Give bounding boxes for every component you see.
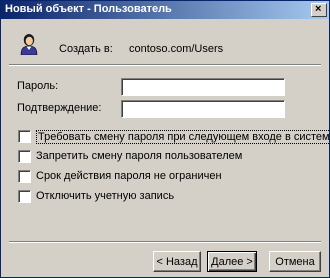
user-icon <box>20 34 38 55</box>
checkbox-box[interactable] <box>18 190 31 203</box>
window-title: Новый объект - Пользователь <box>5 3 172 15</box>
checkbox-label[interactable]: Требовать смену пароля при следующем вхо… <box>36 130 330 144</box>
checkbox-box[interactable] <box>18 170 31 183</box>
close-button[interactable]: × <box>311 3 327 17</box>
checkbox-label[interactable]: Срок действия пароля не ограничен <box>36 170 222 182</box>
confirm-password-label: Подтверждение: <box>17 102 101 114</box>
password-label: Пароль: <box>17 80 58 92</box>
password-label-text: Пароль: <box>17 80 59 92</box>
created-in-label: Создать в: <box>59 43 113 55</box>
confirm-password-label-text: Подтверждение: <box>17 102 102 114</box>
new-user-dialog: Новый объект - Пользователь × Создать в:… <box>0 0 330 278</box>
checkbox-box[interactable] <box>18 150 31 163</box>
title-bar[interactable]: Новый объект - Пользователь × <box>1 1 329 19</box>
separator-top <box>9 64 321 66</box>
confirm-password-input[interactable] <box>121 100 285 118</box>
close-icon: × <box>315 3 322 15</box>
cancel-button[interactable]: Отмена <box>269 251 321 272</box>
separator-bottom <box>9 241 321 243</box>
created-in-path: contoso.com/Users <box>129 43 224 55</box>
next-button[interactable]: Далее > <box>207 251 257 272</box>
header-area: Создать в: contoso.com/Users <box>1 19 329 67</box>
checkbox-label[interactable]: Запретить смену пароля пользователем <box>36 150 242 162</box>
checkbox-label[interactable]: Отключить учетную запись <box>36 190 174 202</box>
password-input[interactable] <box>121 78 285 96</box>
back-button[interactable]: < Назад <box>153 251 201 272</box>
checkbox-box[interactable] <box>18 130 31 143</box>
